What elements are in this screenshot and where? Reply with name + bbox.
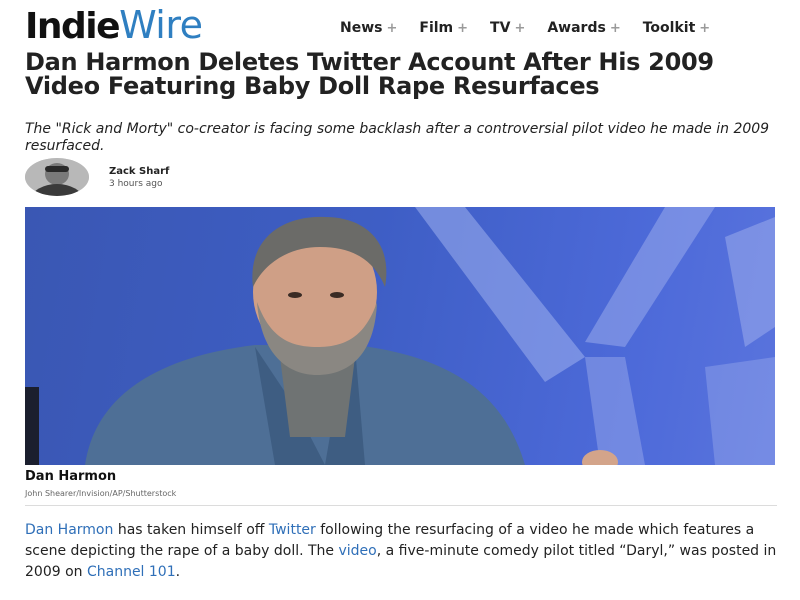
nav-item-label: Awards xyxy=(547,20,606,36)
body-text-segment: . xyxy=(175,564,181,580)
author-avatar[interactable] xyxy=(25,158,89,196)
link-dan-harmon[interactable]: Dan Harmon xyxy=(25,522,113,538)
plus-icon: + xyxy=(457,20,469,36)
plus-icon: + xyxy=(609,20,621,36)
main-nav: News + Film + TV + Awards + Toolkit + xyxy=(340,20,732,36)
body-text-segment: has taken himself off xyxy=(113,522,269,538)
image-credit: John Shearer/Invision/AP/Shutterstock xyxy=(25,489,177,498)
nav-item-label: TV xyxy=(490,20,511,36)
article-paragraph: Dan Harmon has taken himself off Twitter… xyxy=(25,520,785,583)
nav-item-label: Film xyxy=(419,20,454,36)
publish-time: 3 hours ago xyxy=(109,179,163,189)
article-dek: The "Rick and Morty" co-creator is facin… xyxy=(25,121,770,154)
author-name-link[interactable]: Zack Sharf xyxy=(109,166,169,177)
article-headline: Dan Harmon Deletes Twitter Account After… xyxy=(25,48,714,100)
link-channel-101[interactable]: Channel 101 xyxy=(87,564,176,580)
nav-item-awards[interactable]: Awards + xyxy=(547,20,620,36)
logo-text-wire: Wire xyxy=(119,3,203,47)
author-photo-icon xyxy=(25,158,89,196)
nav-item-news[interactable]: News + xyxy=(340,20,397,36)
link-twitter[interactable]: Twitter xyxy=(269,522,316,538)
indiewire-logo[interactable]: Indie Wire xyxy=(25,2,203,48)
plus-icon: + xyxy=(514,20,526,36)
nav-item-label: News xyxy=(340,20,383,36)
caption-divider xyxy=(25,505,777,506)
hero-photo-illustration xyxy=(25,207,775,465)
hero-image xyxy=(25,207,775,465)
plus-icon: + xyxy=(699,20,711,36)
logo-text-indie: Indie xyxy=(25,6,121,47)
nav-item-tv[interactable]: TV + xyxy=(490,20,525,36)
nav-item-toolkit[interactable]: Toolkit + xyxy=(643,20,710,36)
site-header: Indie Wire News + Film + TV + Awards + T… xyxy=(25,2,785,48)
link-video[interactable]: video xyxy=(339,543,377,559)
plus-icon: + xyxy=(386,20,398,36)
nav-item-film[interactable]: Film + xyxy=(419,20,468,36)
author-byline: Zack Sharf 3 hours ago xyxy=(25,158,425,198)
nav-item-label: Toolkit xyxy=(642,20,696,36)
image-caption: Dan Harmon xyxy=(25,469,117,484)
